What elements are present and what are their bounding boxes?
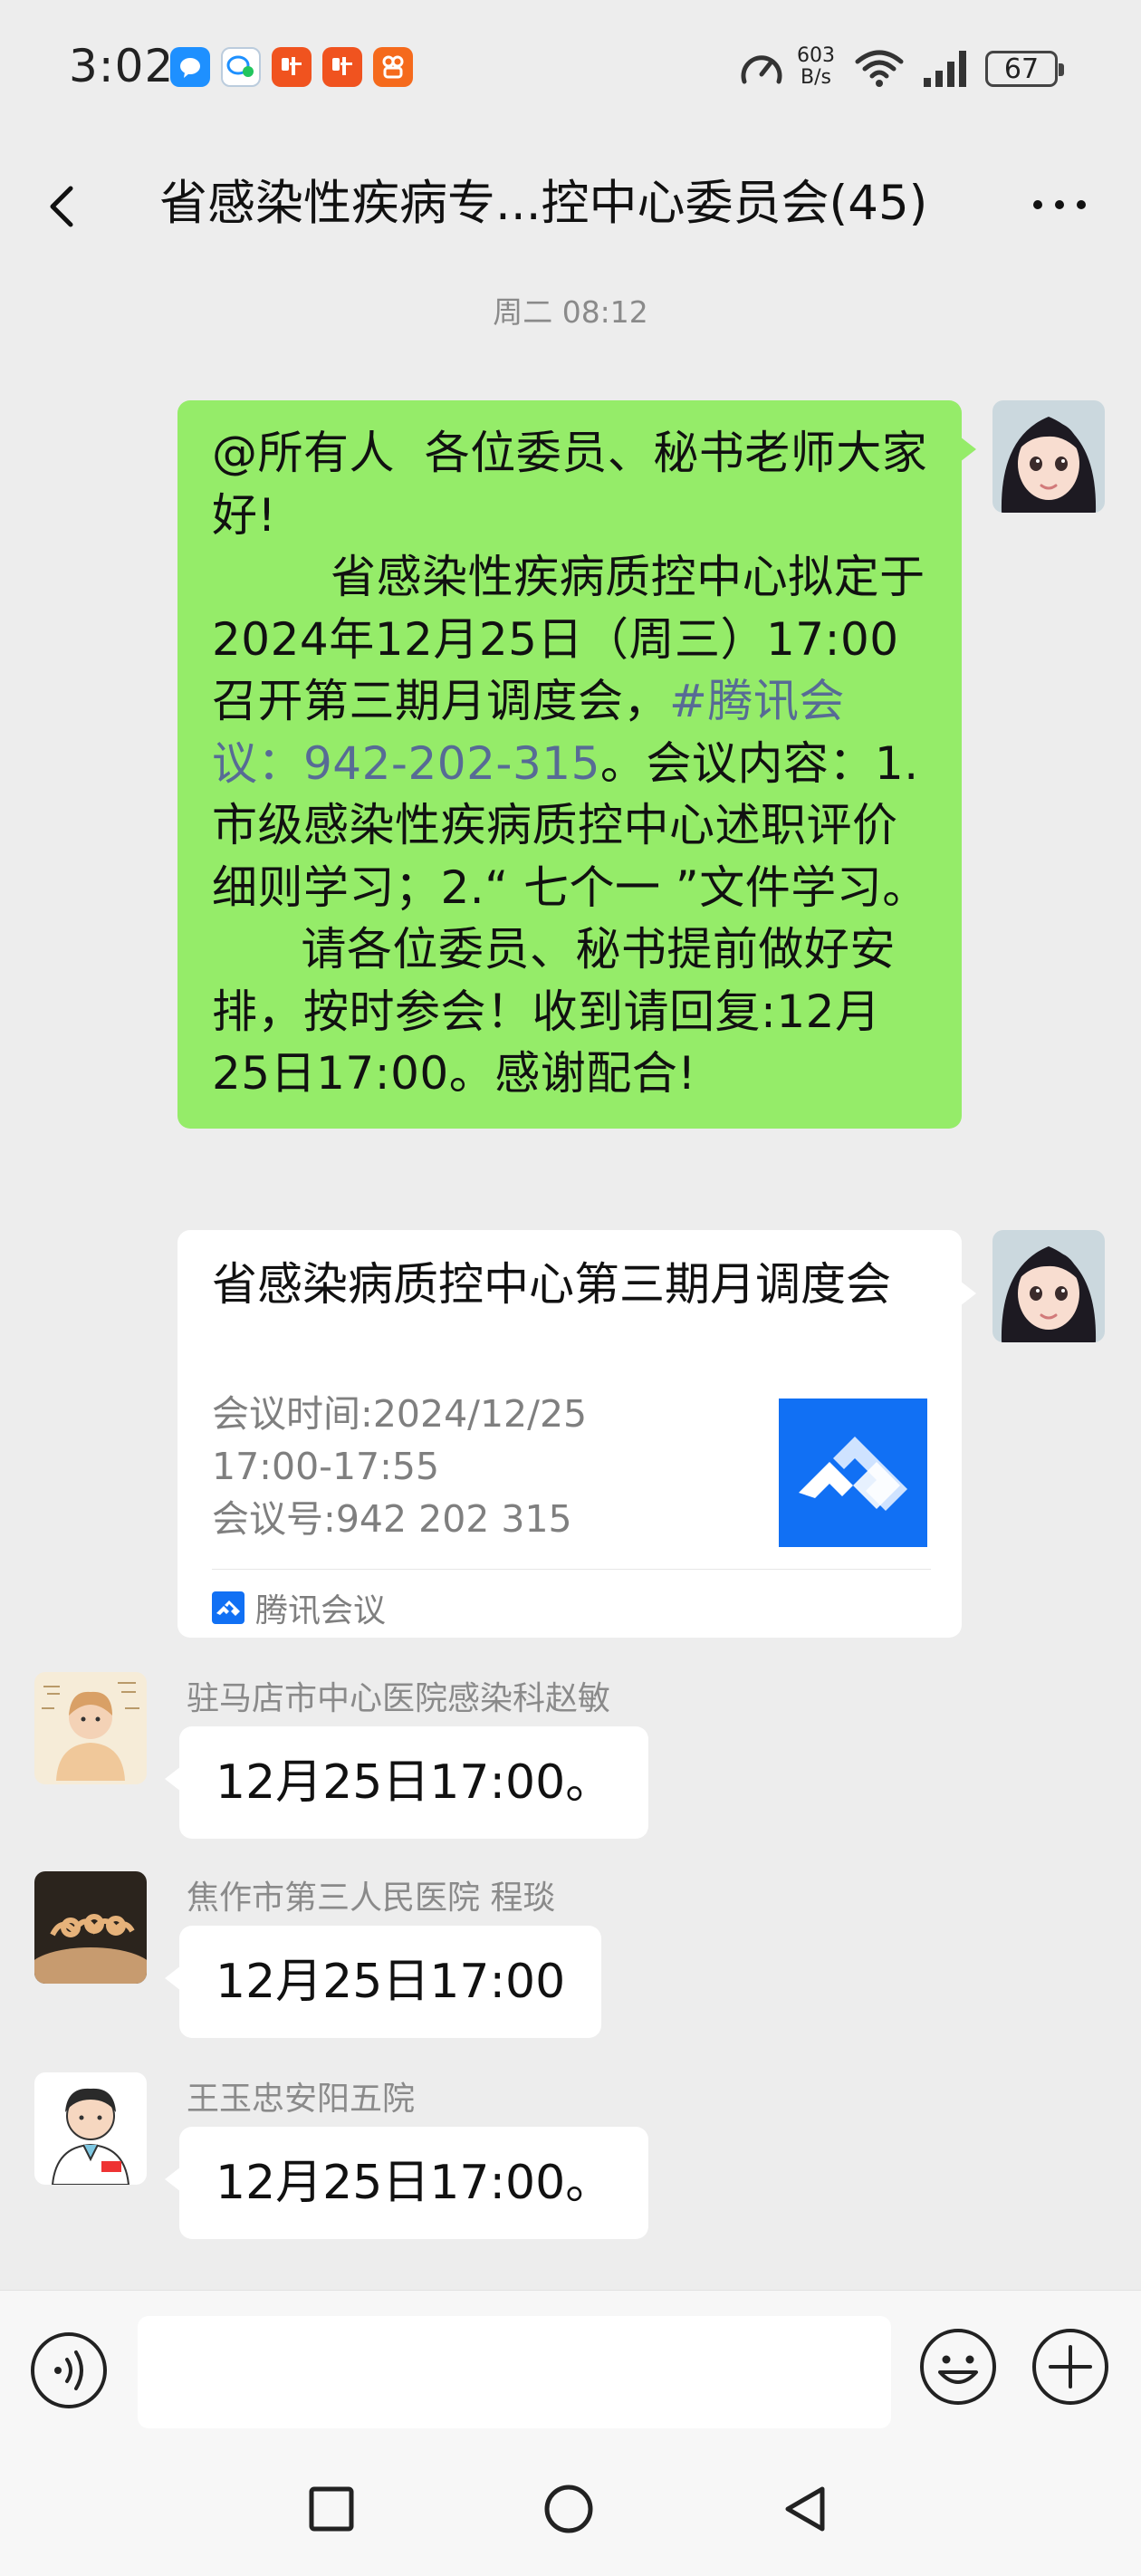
battery-indicator: 67: [985, 51, 1064, 87]
message-bubble-received[interactable]: 12月25日17:00。: [164, 2127, 649, 2239]
card-source: 腾讯会议: [212, 1585, 386, 1630]
sender-name: 驻马店市中心医院感染科赵敏: [187, 1680, 611, 1717]
net-speed: 603 B/s: [797, 45, 835, 89]
meeting-time-range: 17:00-17:55: [212, 1445, 440, 1488]
net-speed-unit: B/s: [801, 66, 831, 89]
emoji-icon[interactable]: [918, 2327, 998, 2407]
message-line: @所有人 各位委员、秘书老师大家好!: [212, 427, 928, 542]
tencent-meeting-icon: [212, 1591, 244, 1624]
triangle-back-icon[interactable]: [777, 2480, 835, 2538]
wifi-icon: [855, 50, 904, 87]
plus-icon[interactable]: [1031, 2327, 1110, 2407]
notification-icons: [170, 47, 413, 87]
chat-header: 省感染性疾病专...控中心委员会(45): [0, 145, 1141, 263]
meeting-number: 会议号:942 202 315: [212, 1497, 572, 1541]
qq-icon: [170, 47, 210, 87]
message-bubble-received[interactable]: 12月25日17:00: [164, 1926, 602, 2038]
avatar-sender[interactable]: [34, 1871, 147, 1984]
ting-icon: [322, 47, 362, 87]
message-bubble-received[interactable]: 12月25日17:00。: [164, 1726, 649, 1839]
system-nav-bar: [0, 2447, 1141, 2576]
card-source-label: 腾讯会议: [255, 1592, 387, 1629]
speedometer-icon: [741, 55, 782, 84]
ting-icon: [272, 47, 312, 87]
kuaishou-icon: [373, 47, 413, 87]
status-bar: 3:02 603 B/s 67: [0, 0, 1141, 145]
message-line: 请各位委员、秘书提前做好安排，按时参会！收到请回复:12月25日17:00。感谢…: [212, 923, 896, 1100]
sender-name: 焦作市第三人民医院 程琰: [187, 1879, 556, 1917]
more-dots-icon[interactable]: [1031, 188, 1088, 221]
net-speed-value: 603: [797, 44, 835, 67]
chevron-left-icon[interactable]: [40, 170, 94, 239]
message-input[interactable]: [138, 2316, 891, 2428]
avatar-self[interactable]: [992, 400, 1105, 513]
chat-icon: [221, 47, 261, 87]
card-divider: [212, 1569, 931, 1570]
sender-name: 王玉忠安阳五院: [187, 2081, 416, 2118]
input-bar: [0, 2290, 1141, 2447]
meeting-card[interactable]: 省感染病质控中心第三期月调度会 会议时间:2024/12/25 17:00-17…: [177, 1230, 976, 1638]
message-bubble-sent[interactable]: @所有人 各位委员、秘书老师大家好! 省感染性疾病质控中心拟定于2024年12月…: [177, 400, 976, 1129]
meeting-card-details: 会议时间:2024/12/25 17:00-17:55 会议号:942 202 …: [212, 1388, 610, 1545]
avatar-sender[interactable]: [34, 1672, 147, 1784]
meeting-time-label: 会议时间:2024/12/25: [212, 1392, 588, 1436]
avatar-sender[interactable]: [34, 2072, 147, 2185]
meeting-card-title: 省感染病质控中心第三期月调度会: [212, 1258, 891, 1311]
square-icon[interactable]: [302, 2480, 360, 2538]
circle-icon[interactable]: [540, 2480, 598, 2538]
chat-title: 省感染性疾病专...控中心委员会(45): [159, 176, 928, 231]
signal-icon: [924, 51, 966, 87]
tencent-meeting-logo: [779, 1399, 927, 1547]
message-text: @所有人 各位委员、秘书老师大家好! 省感染性疾病质控中心拟定于2024年12月…: [212, 422, 929, 1105]
voice-icon[interactable]: [29, 2331, 109, 2410]
message-timestamp: 周二 08:12: [493, 294, 648, 330]
status-time: 3:02: [69, 40, 175, 92]
avatar-self[interactable]: [992, 1230, 1105, 1342]
